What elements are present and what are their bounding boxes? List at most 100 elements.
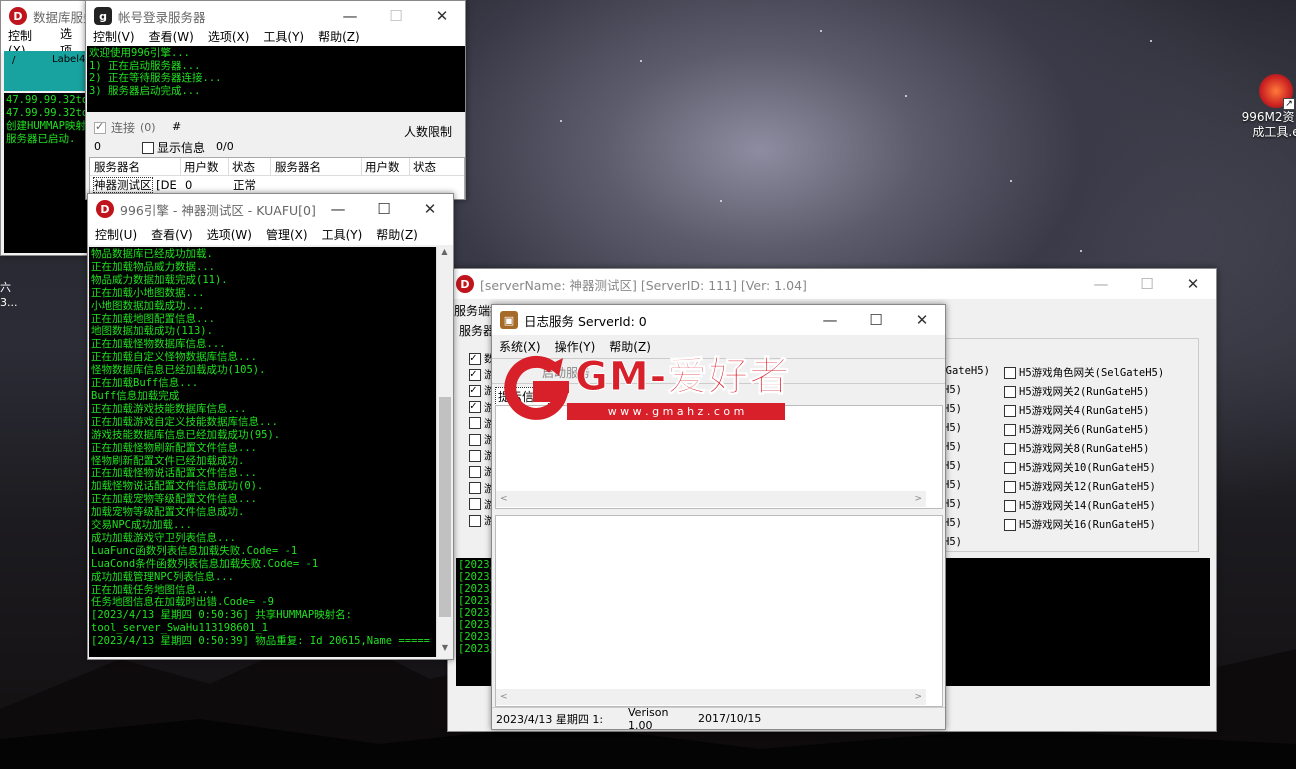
close-button[interactable]: ✕ xyxy=(407,194,453,224)
log-app-icon: ▣ xyxy=(500,311,518,329)
maximize-button[interactable]: ☐ xyxy=(1124,269,1170,299)
checkbox[interactable] xyxy=(1004,480,1016,493)
table-row[interactable]: 神器测试区 [DE 0 正常 xyxy=(90,176,464,194)
table-header: 服务器名 用户数 状态 服务器名 用户数 状态 xyxy=(90,158,464,176)
log-line: [2023/4/13 星期四 0:50:39] 物品重复: Id 20615,N… xyxy=(91,635,431,648)
watermark-brand: GM-爱好者 xyxy=(574,354,791,401)
show-info-checkbox[interactable]: 显示信息 xyxy=(142,139,205,156)
menu-control[interactable]: 控制(U) xyxy=(88,226,144,243)
checkbox[interactable] xyxy=(1004,461,1016,474)
log-line: 正在加载自定义怪物数据库信息... xyxy=(91,351,257,364)
engine-log-scrollbar[interactable]: ▲ ▼ xyxy=(436,247,452,657)
minimize-button[interactable]: — xyxy=(315,194,361,224)
engine-window[interactable]: D 996引擎 - 神器测试区 - KUAFU[0] — ☐ ✕ 控制(U) 查看(… xyxy=(87,193,454,660)
log-output xyxy=(495,515,943,707)
checkbox[interactable] xyxy=(469,351,481,365)
log-line: 正在加载Buff信息... xyxy=(91,377,199,390)
log-line: 怪物数据库信息已经加载成功(105). xyxy=(91,364,266,377)
menu-system[interactable]: 系统(X) xyxy=(492,338,548,355)
gateway-checkbox[interactable]: H5游戏网关2(RunGateH5) xyxy=(1004,384,1204,399)
log-line: 正在加载宠物等级配置文件信息... xyxy=(91,493,257,506)
checkbox[interactable] xyxy=(469,449,481,462)
menu-help[interactable]: 帮助(Z) xyxy=(369,226,425,243)
scroll-down-icon[interactable]: ▼ xyxy=(437,643,453,657)
close-button[interactable]: ✕ xyxy=(899,305,945,335)
checkbox[interactable] xyxy=(1004,423,1016,436)
log-hscroll[interactable]: < > xyxy=(496,689,926,705)
checkbox[interactable] xyxy=(469,367,481,381)
gateway-checkbox[interactable]: H5游戏网关4(RunGateH5) xyxy=(1004,403,1204,418)
maximize-button[interactable]: ☐ xyxy=(853,305,899,335)
checkbox-label: H5游戏角色网关(SelGateH5) xyxy=(1019,367,1165,379)
log-line: 物品数据库已经成功加载. xyxy=(91,248,213,260)
checkbox-label: H5游戏网关2(RunGateH5) xyxy=(1019,386,1150,398)
checkbox-label: H5游戏网关10(RunGateH5) xyxy=(1019,462,1156,474)
menu-control[interactable]: 控制(V) xyxy=(86,28,142,45)
checkbox[interactable] xyxy=(469,514,481,527)
menu-bar: 控制(V) 查看(W) 选项(X) 工具(Y) 帮助(Z) xyxy=(86,25,465,47)
gateway-checkbox[interactable]: H5游戏角色网关(SelGateH5) xyxy=(1004,365,1204,380)
checkbox[interactable] xyxy=(1004,385,1016,398)
log-line: 正在加载游戏自定义技能数据库信息... xyxy=(91,415,278,428)
log-line: 47.99.99.32to xyxy=(6,94,88,106)
tips-hscroll[interactable]: < > xyxy=(496,491,926,507)
gateway-checkbox[interactable]: H5游戏网关6(RunGateH5) xyxy=(1004,422,1204,437)
menu-help[interactable]: 帮助(Z) xyxy=(311,28,367,45)
checkbox[interactable] xyxy=(1004,366,1016,379)
count-value: 0 xyxy=(94,140,101,153)
menu-options[interactable]: 选项(X) xyxy=(201,28,257,45)
menu-manage[interactable]: 管理(X) xyxy=(259,226,315,243)
menu-options[interactable]: 选项(W) xyxy=(200,226,259,243)
log-line: 成功加载管理NPC列表信息... xyxy=(91,570,234,583)
checkbox[interactable] xyxy=(1004,404,1016,417)
db-log-terminal: 47.99.99.32to 47.99.99.32to 创建HUMMAP映射 服务器已… xyxy=(4,93,88,253)
minimize-button[interactable]: — xyxy=(1078,269,1124,299)
database-server-window[interactable]: D数据库服务 控制(X)选项 /Label4 47.99.99.32to47.9… xyxy=(0,0,90,256)
checkbox[interactable] xyxy=(1004,442,1016,455)
checkbox[interactable] xyxy=(469,465,481,478)
gm-logo-icon xyxy=(504,355,569,420)
d-logo-icon: D xyxy=(456,275,474,293)
connect-checkbox[interactable]: 连接(0) xyxy=(94,119,156,136)
checkbox[interactable] xyxy=(469,383,481,397)
checkbox[interactable] xyxy=(1004,518,1016,531)
log-line: 创建HUMMAP映射 xyxy=(6,120,86,132)
maximize-button[interactable]: ☐ xyxy=(361,194,407,224)
user-limit-button[interactable]: 人数限制 xyxy=(404,123,452,140)
gateway-checkbox[interactable]: H5游戏网关8(RunGateH5) xyxy=(1004,441,1204,456)
checkbox-label: H5游戏网关6(RunGateH5) xyxy=(1019,424,1150,436)
menu-view[interactable]: 查看(W) xyxy=(142,28,201,45)
log-line: 正在加载任务地图信息... xyxy=(91,583,215,596)
app-icon: g xyxy=(94,7,112,25)
desktop-icon-996m2[interactable]: ↗ 996M2资 集成工具.e xyxy=(1242,74,1296,146)
log-line: LuaCond条件函数列表信息加载失败.Code= -1 xyxy=(91,557,319,570)
menu-tools[interactable]: 工具(Y) xyxy=(256,28,311,45)
log-line: 欢迎使用996引擎... xyxy=(89,47,190,59)
menu-operate[interactable]: 操作(Y) xyxy=(548,338,603,355)
minimize-button[interactable]: — xyxy=(807,305,853,335)
gateway-checkbox[interactable]: H5游戏网关16(RunGateH5) xyxy=(1004,517,1204,532)
log-line: 1) 正在启动服务器... xyxy=(89,59,201,72)
watermark-url: w w w . g m a h z . c o m xyxy=(567,403,785,420)
menu-tools[interactable]: 工具(Y) xyxy=(315,226,370,243)
close-button[interactable]: ✕ xyxy=(1170,269,1216,299)
checkbox-label: H5游戏网关16(RunGateH5) xyxy=(1019,519,1156,531)
tool-icon: ↗ xyxy=(1259,74,1295,110)
checkbox[interactable] xyxy=(1004,499,1016,512)
gateway-checkbox[interactable]: H5游戏网关14(RunGateH5) xyxy=(1004,498,1204,513)
checkbox-label: H5游戏网关8(RunGateH5) xyxy=(1019,443,1150,455)
scroll-thumb[interactable] xyxy=(439,397,451,617)
scroll-up-icon[interactable]: ▲ xyxy=(437,247,452,261)
checkbox[interactable] xyxy=(469,498,481,511)
menu-help[interactable]: 帮助(Z) xyxy=(602,338,658,355)
login-server-window[interactable]: g 帐号登录服务器 — ☐ ✕ 控制(V) 查看(W) 选项(X) 工具(Y) 帮助(Z)… xyxy=(85,0,466,200)
checkbox[interactable] xyxy=(469,433,481,446)
checkbox[interactable] xyxy=(469,417,481,430)
gateway-checkbox[interactable]: H5游戏网关12(RunGateH5) xyxy=(1004,479,1204,494)
log-line: LuaFunc函数列表信息加载失败.Code= -1 xyxy=(91,544,298,557)
checkbox[interactable] xyxy=(469,400,481,414)
menu-view[interactable]: 查看(V) xyxy=(144,226,200,243)
desktop-side-text: 六 3... xyxy=(0,281,18,309)
checkbox[interactable] xyxy=(469,482,481,495)
gateway-checkbox[interactable]: H5游戏网关10(RunGateH5) xyxy=(1004,460,1204,475)
